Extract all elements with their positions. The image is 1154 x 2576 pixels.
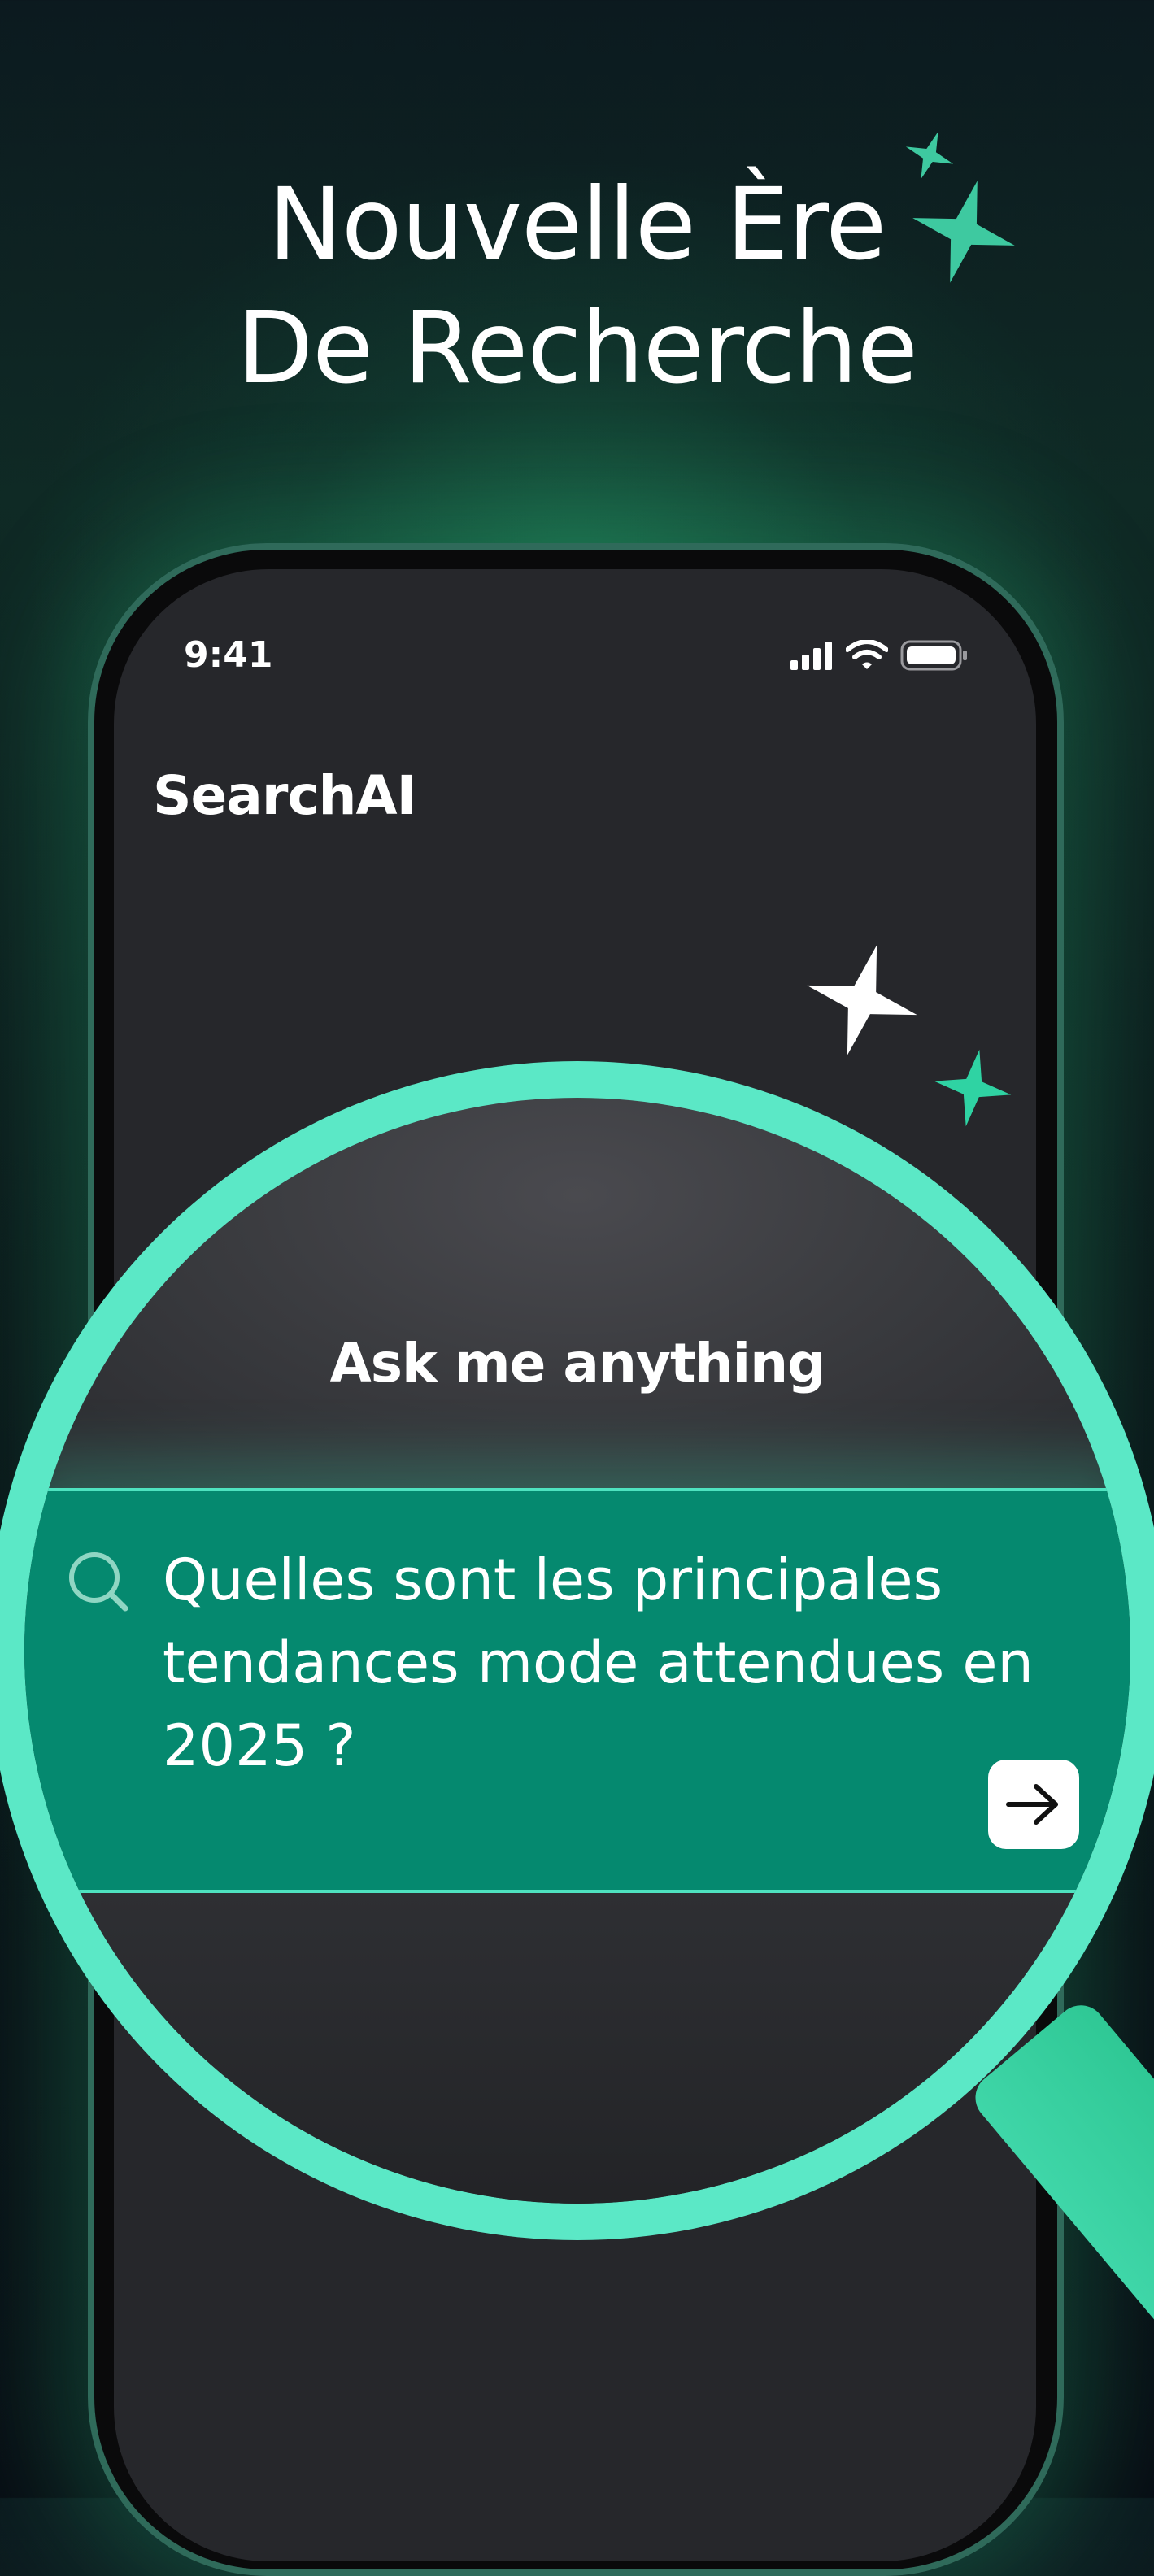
arrow-right-icon bbox=[1006, 1784, 1058, 1825]
sparkle-icon bbox=[934, 1049, 1012, 1127]
search-query-text[interactable]: Quelles sont les principales tendances m… bbox=[163, 1538, 1090, 1787]
signal-icon bbox=[790, 642, 832, 670]
wifi-icon bbox=[845, 639, 890, 669]
status-icons bbox=[789, 639, 969, 672]
magnifier-lens: Ask me anything Quelles sont les princip… bbox=[24, 1098, 1130, 2204]
sparkle-icon bbox=[912, 181, 1015, 283]
status-time: 9:41 bbox=[184, 634, 273, 676]
lens-bottom bbox=[24, 1893, 1130, 2204]
sparkle-icon bbox=[807, 945, 917, 1055]
prompt-title: Ask me anything bbox=[329, 1332, 826, 1395]
search-field[interactable]: Quelles sont les principales tendances m… bbox=[24, 1488, 1130, 1893]
app-title: SearchAI bbox=[153, 764, 416, 827]
sparkle-icon bbox=[905, 131, 954, 180]
battery-icon bbox=[900, 640, 967, 671]
search-icon bbox=[69, 1552, 128, 1612]
send-button[interactable] bbox=[988, 1760, 1079, 1849]
headline-line-2: De Recherche bbox=[237, 290, 918, 406]
